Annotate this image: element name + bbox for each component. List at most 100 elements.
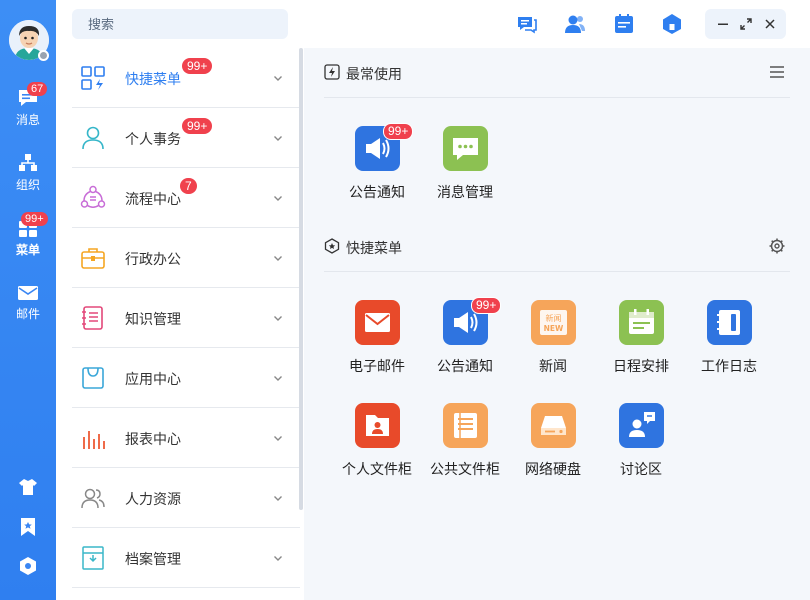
minimize-button[interactable] [715, 16, 731, 32]
chevron-down-icon [274, 496, 282, 501]
settings-button[interactable] [0, 556, 56, 581]
chevron-down-icon [274, 196, 282, 201]
rail-label-organization: 组织 [15, 178, 40, 192]
chat-button[interactable] [515, 12, 539, 36]
workflow-icon [80, 185, 106, 208]
section-frequent-header: 最常使用 [324, 48, 790, 98]
presence-dot [38, 50, 49, 61]
public-files-icon [454, 413, 477, 438]
maximize-button[interactable] [738, 16, 754, 32]
menu-badge-personal-affairs: 99+ [182, 118, 213, 134]
tile-label: 工作日志 [701, 358, 757, 374]
menu-item-hr[interactable]: 人力资源 [72, 468, 300, 528]
rail-item-menu[interactable]: 99+ 菜单 [0, 212, 56, 258]
menu-scrollbar[interactable] [299, 48, 303, 510]
tile-public-cabinet[interactable]: 公共文件柜 [423, 403, 507, 483]
contacts-button[interactable] [563, 12, 587, 36]
rail-label-menu: 菜单 [15, 243, 40, 257]
archive-icon [82, 546, 104, 570]
chevron-down-icon [274, 436, 282, 441]
personal-folder-icon [366, 415, 389, 436]
tile-frequent-announcements[interactable]: 99+ 公告通知 [335, 123, 419, 206]
menu-item-app-center[interactable]: 应用中心 [72, 348, 300, 408]
menu-item-reports[interactable]: 报表中心 [72, 408, 300, 468]
tile-label: 消息管理 [437, 184, 493, 200]
tile-work-log[interactable]: 工作日志 [687, 300, 771, 380]
home-icon [663, 14, 681, 34]
rail-badge-menu: 99+ [21, 212, 48, 226]
svg-text:新闻: 新闻 [546, 313, 562, 323]
close-button[interactable] [762, 16, 778, 32]
chevron-down-icon [274, 136, 282, 141]
menu-item-workflow[interactable]: 流程中心 7 [72, 168, 300, 228]
person-icon [82, 126, 104, 150]
window-controls [705, 9, 786, 39]
tile-frequent-message-management[interactable]: 消息管理 [423, 126, 507, 206]
section-shortcuts-title: 快捷菜单 [346, 240, 402, 256]
menu-label-personal-affairs: 个人事务 [125, 131, 181, 147]
search-input[interactable] [72, 9, 288, 39]
briefcase-icon [81, 248, 105, 269]
tile-announcements[interactable]: 99+ 公告通知 [423, 297, 507, 380]
gear-icon[interactable] [768, 237, 786, 255]
lightning-icon [324, 64, 340, 80]
menu-item-shortcuts[interactable]: 快捷菜单 99+ [72, 48, 300, 108]
envelope-icon [365, 313, 390, 332]
menu-label-archives: 档案管理 [125, 551, 181, 567]
menu-item-archives[interactable]: 档案管理 [72, 528, 300, 588]
chevron-down-icon [274, 256, 282, 261]
discussion-icon-tile [619, 403, 664, 448]
chat-bubble-icon [453, 138, 478, 160]
chevron-down-icon [274, 556, 282, 561]
minimize-icon [718, 23, 728, 25]
bag-icon [82, 367, 104, 389]
menu-item-administration[interactable]: 行政办公 [72, 228, 300, 288]
menu-item-knowledge[interactable]: 知识管理 [72, 288, 300, 348]
menu-label-hr: 人力资源 [125, 491, 181, 507]
chevron-down-icon [274, 76, 282, 81]
rail-item-messages[interactable]: 67 消息 [0, 82, 56, 128]
bookmark-button[interactable] [0, 517, 56, 542]
rail-label-mail: 邮件 [15, 307, 40, 321]
people-icon [81, 488, 105, 509]
tile-schedule[interactable]: 日程安排 [599, 300, 683, 380]
menu-badge-workflow: 7 [180, 178, 197, 194]
rail-item-mail[interactable]: 邮件 [0, 284, 56, 322]
tile-email[interactable]: 电子邮件 [335, 300, 419, 380]
section-frequent-title: 最常使用 [346, 66, 402, 82]
mail-icon [18, 286, 38, 300]
home-button[interactable] [660, 12, 684, 36]
svg-text:NEW: NEW [544, 324, 564, 333]
grid-shortcut-icon [81, 66, 105, 90]
discussion-icon [629, 412, 655, 437]
chevron-down-icon [274, 376, 282, 381]
menu-label-knowledge: 知识管理 [125, 311, 181, 327]
tile-news[interactable]: 新闻 NEW 新闻 [511, 300, 595, 380]
menu-label-administration: 行政办公 [125, 251, 181, 267]
menu-label-workflow: 流程中心 [125, 191, 181, 207]
tile-badge-announcements: 99+ [383, 123, 414, 140]
rail-item-organization[interactable]: 组织 [0, 153, 56, 193]
list-menu-icon[interactable] [768, 63, 786, 81]
chat-bubble-icon-tile [443, 126, 488, 171]
menu-item-personal-affairs[interactable]: 个人事务 99+ [72, 108, 300, 168]
hard-disk-icon [541, 416, 566, 435]
section-shortcuts-header: 快捷菜单 [324, 222, 790, 272]
menu-label-app-center: 应用中心 [125, 371, 181, 387]
notebook-icon [717, 310, 740, 335]
knowledge-book-icon [82, 306, 103, 330]
tile-network-disk[interactable]: 网络硬盘 [511, 403, 595, 483]
tile-personal-cabinet[interactable]: 个人文件柜 [335, 403, 419, 483]
rail-label-messages: 消息 [15, 113, 40, 127]
tile-label: 讨论区 [620, 461, 662, 477]
bookmark-icon [21, 518, 35, 536]
calendar-button[interactable] [612, 12, 636, 36]
skin-button[interactable] [0, 477, 56, 502]
hexagon-settings-icon [20, 557, 36, 575]
chat-icon [518, 17, 537, 34]
tile-discussion[interactable]: 讨论区 [599, 403, 683, 483]
bar-chart-icon [83, 431, 105, 449]
calendar-icon [629, 309, 654, 334]
envelope-icon-tile [355, 300, 400, 345]
notebook-icon-tile [707, 300, 752, 345]
